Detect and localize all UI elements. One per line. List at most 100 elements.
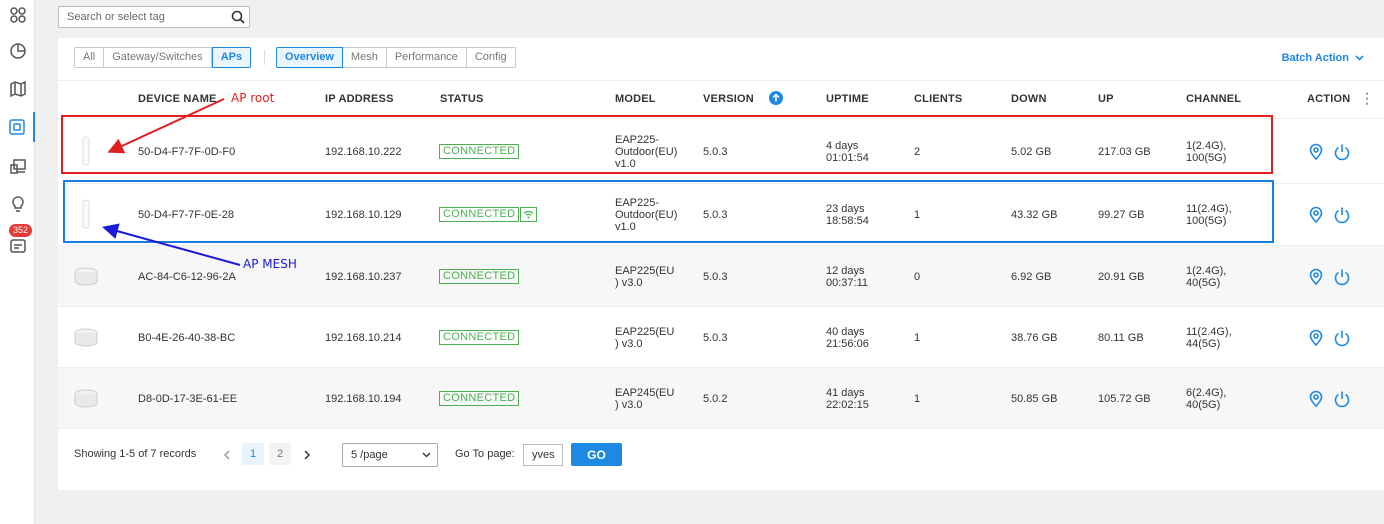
goto-page-input[interactable]: yves bbox=[523, 444, 563, 466]
channel-24g: 1(2.4G), bbox=[1186, 265, 1227, 277]
table-row[interactable]: AC-84-C6-12-96-2A 192.168.10.237 CONNECT… bbox=[58, 245, 1384, 306]
upload-total: 105.72 GB bbox=[1098, 393, 1151, 405]
search-input[interactable] bbox=[59, 11, 227, 23]
ap-root-annotation-label: AP root bbox=[231, 91, 275, 105]
sidebar-statistics-icon[interactable] bbox=[0, 36, 35, 66]
device-name-link[interactable]: AC-84-C6-12-96-2A bbox=[138, 271, 236, 283]
pagination-bar: Showing 1-5 of 7 records 1 2 5 /page Go … bbox=[58, 428, 1384, 490]
batch-action-button[interactable]: Batch Action bbox=[1282, 52, 1364, 64]
col-action: ACTION bbox=[1307, 93, 1351, 105]
col-uptime[interactable]: UPTIME bbox=[826, 93, 869, 105]
table-row[interactable]: B0-4E-26-40-38-BC 192.168.10.214 CONNECT… bbox=[58, 306, 1384, 367]
page-size-value: 5 /page bbox=[351, 449, 388, 461]
next-page-chevron-icon[interactable] bbox=[296, 444, 318, 466]
upload-total: 80.11 GB bbox=[1098, 332, 1144, 344]
tab-aps[interactable]: APs bbox=[211, 47, 252, 68]
sidebar-dashboard-grid-icon[interactable] bbox=[0, 0, 35, 30]
prev-page-chevron-icon[interactable] bbox=[215, 444, 237, 466]
uptime-time: 21:56:06 bbox=[826, 338, 869, 350]
table-row[interactable]: D8-0D-17-3E-61-EE 192.168.10.194 CONNECT… bbox=[58, 367, 1384, 428]
sidebar-clients-icon[interactable] bbox=[0, 151, 35, 181]
sidebar: 352 bbox=[0, 0, 35, 524]
reboot-power-icon[interactable] bbox=[1333, 143, 1351, 161]
col-status[interactable]: STATUS bbox=[440, 93, 484, 105]
reboot-power-icon[interactable] bbox=[1333, 329, 1351, 347]
clients-count: 1 bbox=[914, 332, 921, 344]
ceiling-ap-device-image bbox=[74, 328, 98, 347]
view-filter: Overview Mesh Performance Config bbox=[276, 47, 516, 68]
tab-divider bbox=[264, 50, 265, 65]
sidebar-map-icon[interactable] bbox=[0, 74, 35, 104]
uptime-days: 12 days bbox=[826, 265, 865, 277]
download-total: 38.76 GB bbox=[1011, 332, 1058, 344]
ap-mesh-highlight-box bbox=[63, 180, 1274, 243]
model-text: EAP225(EU bbox=[615, 265, 675, 277]
device-name-link[interactable]: B0-4E-26-40-38-BC bbox=[138, 332, 235, 344]
ceiling-ap-device-image bbox=[74, 267, 98, 286]
col-device-name[interactable]: DEVICE NAME bbox=[138, 93, 217, 105]
ap-root-highlight-box bbox=[61, 115, 1273, 174]
locate-pin-icon[interactable] bbox=[1307, 206, 1325, 224]
ip-address: 192.168.10.194 bbox=[325, 393, 402, 405]
ap-mesh-annotation-label: AP MESH bbox=[243, 257, 297, 271]
log-count-badge: 352 bbox=[9, 224, 33, 237]
uptime-time: 00:37:11 bbox=[826, 277, 869, 289]
col-channel[interactable]: CHANNEL bbox=[1186, 93, 1241, 105]
tab-overview[interactable]: Overview bbox=[276, 47, 343, 68]
locate-pin-icon[interactable] bbox=[1307, 390, 1325, 408]
locate-pin-icon[interactable] bbox=[1307, 143, 1325, 161]
chevron-down-icon bbox=[1355, 55, 1364, 61]
reboot-power-icon[interactable] bbox=[1333, 268, 1351, 286]
model-text: EAP225(EU bbox=[615, 326, 675, 338]
clients-count: 0 bbox=[914, 271, 921, 283]
channel-24g: 6(2.4G), bbox=[1186, 387, 1227, 399]
locate-pin-icon[interactable] bbox=[1307, 268, 1325, 286]
tab-performance[interactable]: Performance bbox=[386, 47, 467, 68]
search-icon[interactable] bbox=[227, 10, 249, 24]
page-size-select[interactable]: 5 /page bbox=[342, 443, 438, 467]
channel-5g: 40(5G) bbox=[1186, 399, 1221, 411]
clients-count: 1 bbox=[914, 393, 921, 405]
tag-search-box[interactable] bbox=[58, 6, 250, 28]
sidebar-insight-bulb-icon[interactable] bbox=[0, 189, 35, 219]
page-2-button[interactable]: 2 bbox=[269, 443, 291, 465]
tab-mesh[interactable]: Mesh bbox=[342, 47, 387, 68]
col-down[interactable]: DOWN bbox=[1011, 93, 1047, 105]
col-up[interactable]: UP bbox=[1098, 93, 1114, 105]
channel-24g: 11(2.4G), bbox=[1186, 326, 1232, 338]
page-1-button[interactable]: 1 bbox=[242, 443, 264, 465]
tab-gateway-switches[interactable]: Gateway/Switches bbox=[104, 47, 212, 68]
sidebar-log-icon[interactable]: 352 bbox=[0, 224, 35, 260]
batch-action-label: Batch Action bbox=[1281, 52, 1349, 64]
device-type-filter: All Gateway/Switches APs bbox=[74, 47, 252, 68]
reboot-power-icon[interactable] bbox=[1333, 206, 1351, 224]
model-text: ) v3.0 bbox=[615, 399, 643, 411]
tab-all[interactable]: All bbox=[74, 47, 105, 68]
column-menu-icon[interactable]: ⋮ bbox=[1360, 91, 1374, 105]
tab-config[interactable]: Config bbox=[466, 47, 516, 68]
sidebar-devices-icon[interactable] bbox=[0, 112, 35, 142]
ip-address: 192.168.10.214 bbox=[325, 332, 402, 344]
locate-pin-icon[interactable] bbox=[1307, 329, 1325, 347]
uptime-days: 41 days bbox=[826, 387, 865, 399]
download-total: 50.85 GB bbox=[1011, 393, 1058, 405]
records-summary: Showing 1-5 of 7 records bbox=[74, 448, 197, 460]
model-text: ) v3.0 bbox=[615, 338, 643, 350]
status-badge: CONNECTED bbox=[439, 330, 520, 345]
col-clients[interactable]: CLIENTS bbox=[914, 93, 962, 105]
device-name-link[interactable]: D8-0D-17-3E-61-EE bbox=[138, 393, 237, 405]
status-badge: CONNECTED bbox=[439, 391, 520, 406]
sort-up-icon[interactable] bbox=[769, 91, 783, 108]
col-model[interactable]: MODEL bbox=[615, 93, 656, 105]
col-ip-address[interactable]: IP ADDRESS bbox=[325, 93, 394, 105]
go-button[interactable]: GO bbox=[571, 443, 622, 466]
reboot-power-icon[interactable] bbox=[1333, 390, 1351, 408]
model-text: EAP245(EU bbox=[615, 387, 675, 399]
goto-page-label: Go To page: bbox=[455, 448, 515, 460]
firmware-version: 5.0.3 bbox=[703, 271, 728, 283]
channel-5g: 40(5G) bbox=[1186, 277, 1221, 289]
uptime-days: 40 days bbox=[826, 326, 865, 338]
status-badge: CONNECTED bbox=[439, 269, 520, 284]
channel-5g: 44(5G) bbox=[1186, 338, 1221, 350]
col-version[interactable]: VERSION bbox=[703, 93, 754, 105]
